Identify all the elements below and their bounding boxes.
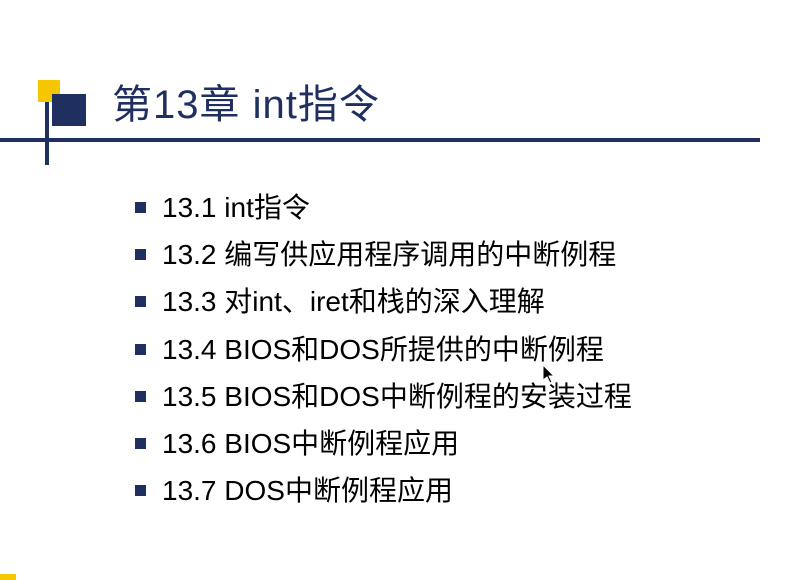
bullet-icon — [135, 249, 146, 260]
slide-content: 13.1 int指令 13.2 编写供应用程序调用的中断例程 13.3 对int… — [0, 188, 802, 510]
list-item: 13.4 BIOS和DOS所提供的中断例程 — [135, 330, 802, 369]
navy-rect-accent — [52, 94, 86, 126]
bottom-accent — [0, 574, 16, 580]
list-item: 13.7 DOS中断例程应用 — [135, 471, 802, 510]
list-item-text: 13.5 BIOS和DOS中断例程的安装过程 — [162, 377, 632, 416]
bullet-icon — [135, 485, 146, 496]
bullet-icon — [135, 438, 146, 449]
list-item-text: 13.6 BIOS中断例程应用 — [162, 424, 459, 463]
list-item-text: 13.2 编写供应用程序调用的中断例程 — [162, 235, 616, 274]
list-item-text: 13.4 BIOS和DOS所提供的中断例程 — [162, 330, 604, 369]
list-item-text: 13.7 DOS中断例程应用 — [162, 471, 453, 510]
bullet-icon — [135, 391, 146, 402]
list-item: 13.3 对int、iret和栈的深入理解 — [135, 282, 802, 321]
list-item: 13.1 int指令 — [135, 188, 802, 227]
bullet-icon — [135, 344, 146, 355]
bullet-icon — [135, 296, 146, 307]
slide-header: 第13章 int指令 — [0, 0, 802, 130]
slide-title: 第13章 int指令 — [112, 72, 802, 130]
list-item-text: 13.3 对int、iret和栈的深入理解 — [162, 282, 545, 321]
list-item: 13.5 BIOS和DOS中断例程的安装过程 — [135, 377, 802, 416]
list-item: 13.6 BIOS中断例程应用 — [135, 424, 802, 463]
list-item: 13.2 编写供应用程序调用的中断例程 — [135, 235, 802, 274]
bullet-icon — [135, 202, 146, 213]
title-underline — [0, 138, 760, 142]
list-item-text: 13.1 int指令 — [162, 188, 310, 227]
